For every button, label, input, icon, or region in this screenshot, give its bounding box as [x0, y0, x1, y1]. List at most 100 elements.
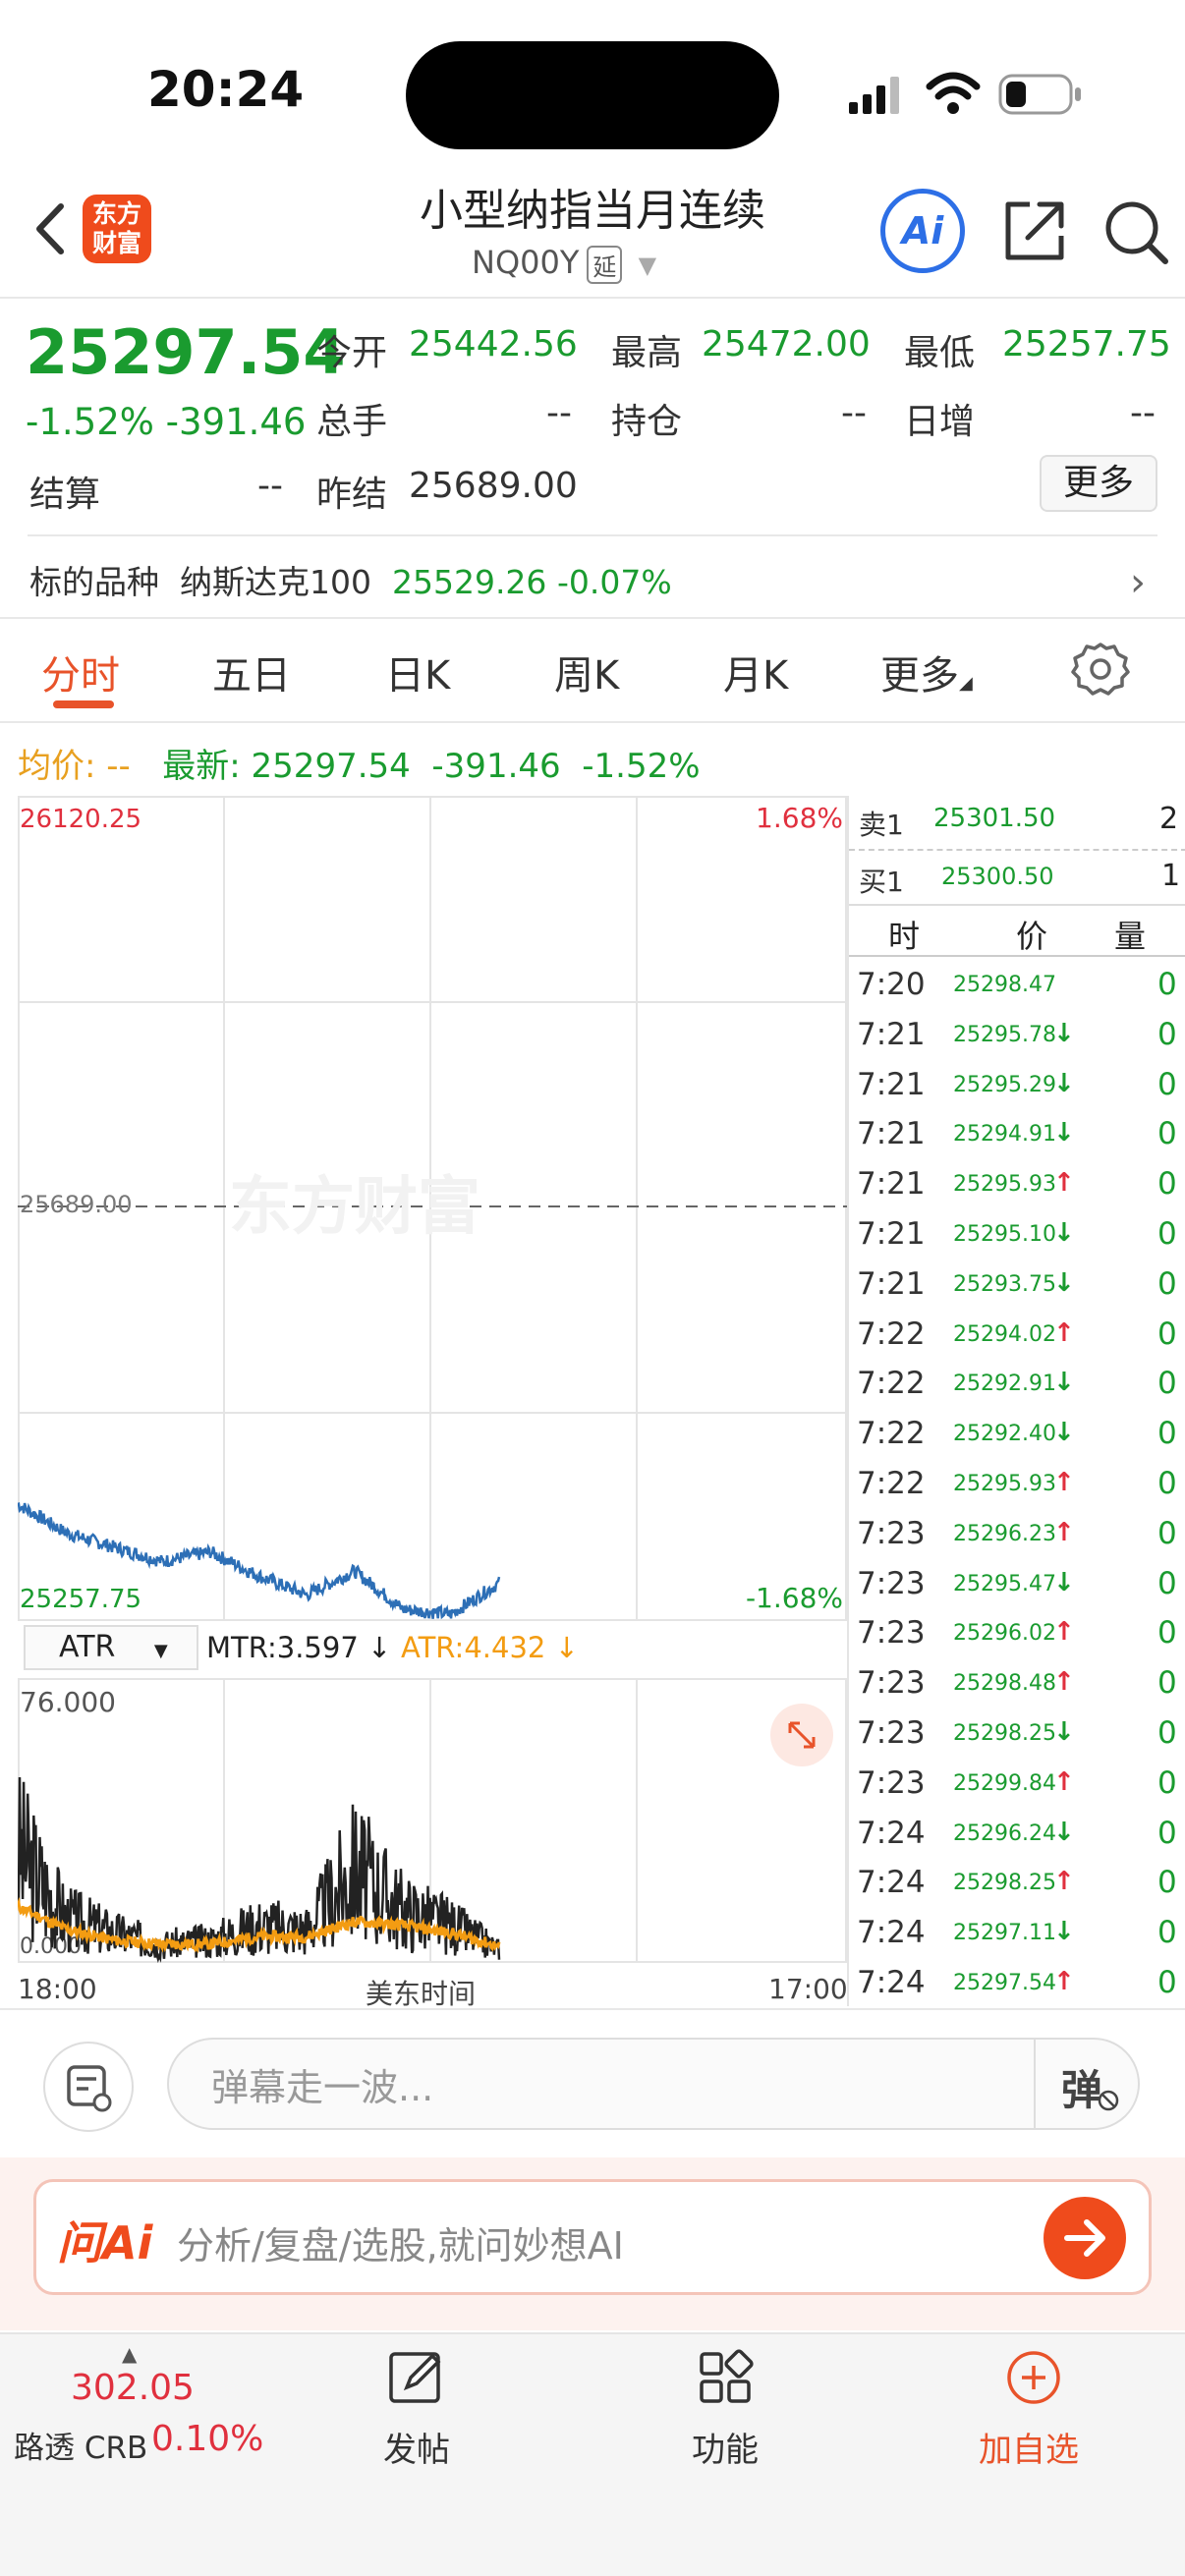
col-time: 时 [888, 918, 921, 955]
open-interest-value: -- [841, 393, 867, 433]
contract-code-text: NQ00Y [472, 244, 580, 281]
divider [849, 904, 1185, 906]
tick-time: 7:23 [857, 1515, 926, 1551]
tick-qty: 0 [1157, 967, 1177, 1002]
tick-time: 7:21 [857, 1016, 926, 1052]
latest-change: -391.46 [431, 747, 561, 786]
status-time: 20:24 [147, 61, 305, 118]
tick-time: 7:22 [857, 1316, 926, 1352]
indicator-selector[interactable]: ATR ▼ [24, 1625, 198, 1670]
tab-intraday[interactable]: 分时 [41, 644, 120, 700]
gear-icon[interactable] [1071, 639, 1130, 698]
col-qty: 量 [1114, 918, 1147, 955]
avg-value: -- [106, 747, 131, 786]
tick-direction-icon: ↓ [1053, 1716, 1075, 1747]
tick-price: 25296.24 [953, 1820, 1056, 1846]
tick-direction-icon: ↓ [1053, 1267, 1075, 1298]
tick-time: 7:21 [857, 1066, 926, 1102]
tab-monthly-k[interactable]: 月K [723, 644, 788, 700]
divider [0, 617, 1185, 619]
settle-value: -- [257, 466, 283, 506]
x-axis-end: 17:00 [768, 1973, 848, 2005]
tick-time: 7:22 [857, 1465, 926, 1501]
tick-direction-icon: ↓ [1053, 1118, 1075, 1148]
tick-time: 7:22 [857, 1416, 926, 1452]
tick-price: 25298.47 [953, 973, 1056, 997]
latest-label: 最新: [162, 747, 241, 786]
tick-qty: 0 [1157, 1066, 1177, 1102]
tab-more[interactable]: 更多◢ [880, 644, 973, 700]
tick-price: 25293.75 [953, 1271, 1056, 1297]
tick-row: 7:24 25296.24 ↓ 0 [849, 1810, 1185, 1860]
ask-ai-submit-button[interactable] [1044, 2197, 1126, 2279]
crb-pct[interactable]: 0.10% [151, 2419, 263, 2459]
crb-value[interactable]: 302.05 [71, 2368, 195, 2408]
tick-qty: 0 [1157, 1964, 1177, 2000]
search-icon[interactable] [1100, 196, 1171, 267]
tick-time: 7:24 [857, 1915, 926, 1951]
post-label[interactable]: 发帖 [383, 2423, 450, 2471]
back-arrow-icon[interactable] [22, 195, 81, 263]
chevron-right-icon[interactable]: › [1130, 560, 1146, 605]
tick-row: 7:24 25297.54 ↑ 0 [849, 1959, 1185, 2009]
tick-direction-icon: ↓ [1053, 1217, 1075, 1248]
watermark: 东方财富 [229, 1171, 480, 1244]
intraday-chart[interactable]: 东方财富 26120.25 25689.00 25257.75 1.68% -1… [18, 796, 847, 1621]
tab-daily-k[interactable]: 日K [385, 644, 450, 700]
tick-row: 7:21 25295.78 ↓ 0 [849, 1011, 1185, 1061]
page-title: 小型纳指当月连续 [420, 186, 765, 236]
tick-time: 7:24 [857, 1964, 926, 2000]
tick-row: 7:21 25294.91 ↓ 0 [849, 1110, 1185, 1160]
open-interest-label: 持仓 [611, 402, 683, 442]
tick-row: 7:21 25295.10 ↓ 0 [849, 1210, 1185, 1260]
function-icon[interactable] [698, 2348, 757, 2407]
tick-qty: 0 [1157, 1764, 1177, 1801]
function-label[interactable]: 功能 [692, 2423, 759, 2471]
tick-time: 7:23 [857, 1714, 926, 1751]
tick-time: 7:21 [857, 1265, 926, 1302]
more-button[interactable]: 更多 [1040, 455, 1157, 512]
add-watchlist-icon[interactable] [1004, 2348, 1063, 2407]
tick-qty: 0 [1157, 1215, 1177, 1252]
price-summary: 均价: -- 最新: 25297.54 -391.46 -1.52% [18, 739, 701, 787]
add-watchlist-label[interactable]: 加自选 [979, 2423, 1079, 2471]
divider [849, 955, 1185, 957]
share-icon[interactable] [1000, 196, 1069, 265]
high-label: 最高 [611, 333, 683, 373]
tick-direction-icon: ↑ [1053, 1766, 1075, 1797]
danmaku-settings-button[interactable] [43, 2042, 134, 2132]
atr-chart[interactable]: 76.000 0.000 [18, 1678, 847, 1963]
tick-row: 7:20 25298.47 0 [849, 961, 1185, 1011]
tick-qty: 0 [1157, 1465, 1177, 1501]
tick-row: 7:24 25297.11 ↓ 0 [849, 1909, 1185, 1959]
danmaku-toggle-button[interactable]: 弹 [1034, 2040, 1138, 2128]
tab-weekly-k[interactable]: 周K [554, 644, 619, 700]
tick-time: 7:20 [857, 967, 926, 1002]
post-icon[interactable] [387, 2348, 446, 2407]
tick-time: 7:24 [857, 1815, 926, 1851]
divider [0, 2008, 1185, 2010]
contract-code[interactable]: NQ00Y 延 ▼ [472, 244, 656, 284]
daily-increase-label: 日增 [904, 402, 976, 442]
tick-list[interactable]: 7:20 25298.47 0 7:21 25295.78 ↓ 0 7:21 25295.29 ↓… [849, 961, 1185, 2009]
tick-price: 25292.91 [953, 1372, 1056, 1397]
underlying-row[interactable]: 标的品种 纳斯达克100 25529.26 -0.07% [29, 556, 672, 603]
tick-qty: 0 [1157, 1714, 1177, 1751]
tick-direction-icon: ↓ [1053, 1368, 1075, 1398]
tick-direction-icon: ↓ [1053, 1917, 1075, 1947]
ai-assistant-icon[interactable]: Ai [880, 189, 965, 273]
price-change: -1.52% -391.46 [26, 401, 307, 443]
caret-icon: ◢ [959, 673, 973, 694]
tick-time: 7:23 [857, 1764, 926, 1801]
crb-label[interactable]: 路透 CRB [14, 2423, 147, 2467]
tick-direction-icon: ↑ [1053, 1867, 1075, 1897]
tick-price: 25297.54 [953, 1970, 1056, 1995]
dynamic-island [406, 41, 779, 149]
sell1-qty: 2 [1159, 802, 1179, 836]
tick-row: 7:23 25296.23 ↑ 0 [849, 1510, 1185, 1560]
battery-icon [998, 74, 1081, 115]
dropdown-caret-icon[interactable]: ▼ [639, 252, 656, 279]
tick-direction-icon: ↓ [1053, 1567, 1075, 1597]
wifi-icon [926, 72, 981, 114]
tab-five-day[interactable]: 五日 [212, 644, 291, 700]
